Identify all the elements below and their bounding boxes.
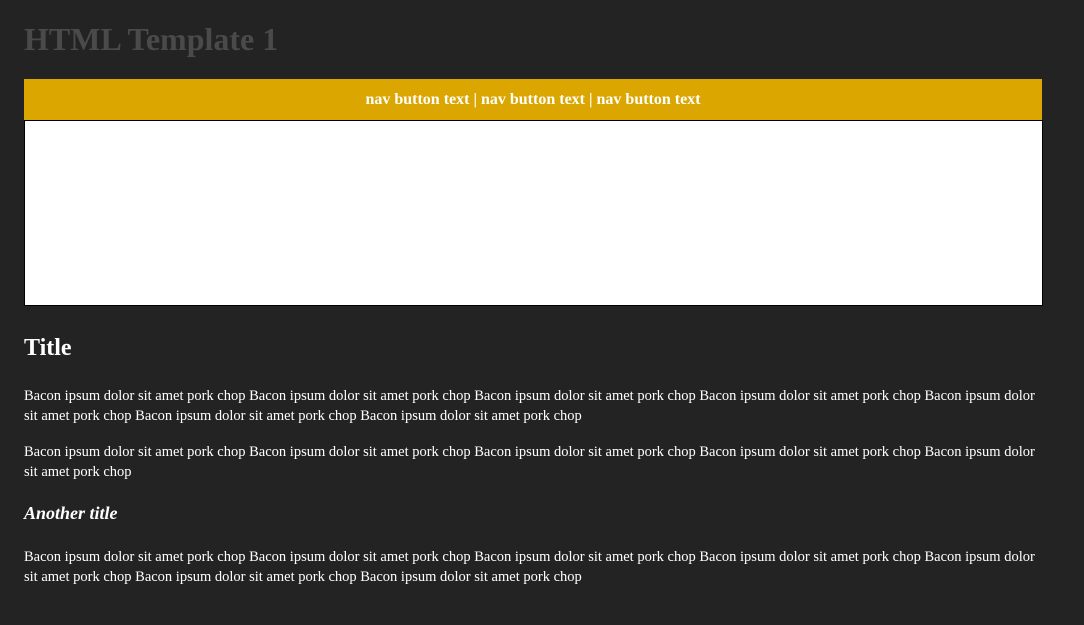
nav-button-3[interactable]: nav button text	[597, 91, 701, 109]
nav-separator: |	[589, 90, 593, 108]
paragraph: Bacon ipsum dolor sit amet pork chop Bac…	[24, 444, 1035, 480]
nav-separator: |	[473, 90, 477, 108]
content-title: Title	[24, 335, 72, 361]
banner-area	[24, 120, 1043, 306]
content-subtitle: Another title	[24, 503, 118, 523]
nav-button-1[interactable]: nav button text	[365, 91, 469, 109]
main-content: Title Bacon ipsum dolor sit amet pork ch…	[24, 334, 1044, 587]
nav-button-2[interactable]: nav button text	[481, 91, 585, 109]
page-heading: HTML Template 1	[24, 21, 279, 57]
nav-bar: nav button text | nav button text | nav …	[24, 79, 1042, 120]
paragraph: Bacon ipsum dolor sit amet pork chop Bac…	[24, 388, 1035, 424]
paragraph: Bacon ipsum dolor sit amet pork chop Bac…	[24, 549, 1035, 585]
